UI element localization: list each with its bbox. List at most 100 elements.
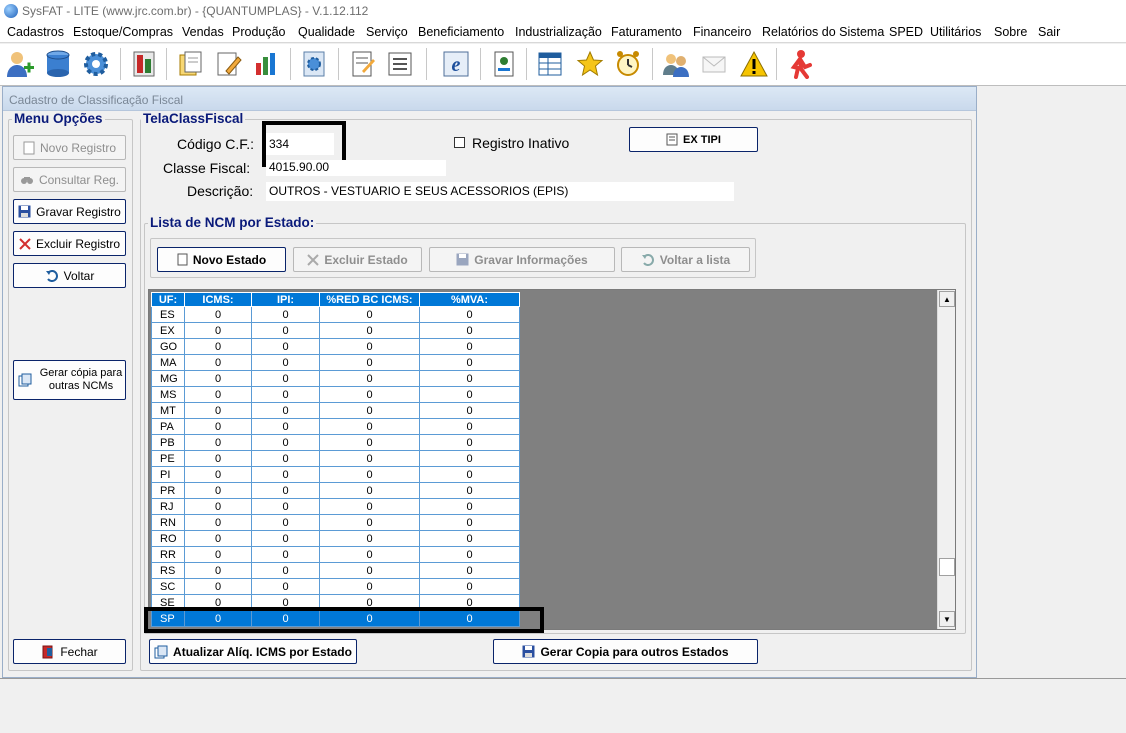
cell-uf[interactable]: PB <box>151 434 185 451</box>
menu-qualidade[interactable]: Qualidade <box>298 25 355 39</box>
cell-uf[interactable]: MS <box>151 386 185 403</box>
cell-value[interactable]: 0 <box>251 434 320 451</box>
mail-icon[interactable] <box>698 48 730 80</box>
cell-value[interactable]: 0 <box>319 530 420 547</box>
ex-tipi-button[interactable]: EX TIPI <box>629 127 758 152</box>
menu-vendas[interactable]: Vendas <box>182 25 224 39</box>
cell-value[interactable]: 0 <box>319 578 420 595</box>
cell-value[interactable]: 0 <box>251 562 320 579</box>
cell-value[interactable]: 0 <box>184 498 252 515</box>
cell-value[interactable]: 0 <box>319 402 420 419</box>
voltar-lista-button[interactable]: Voltar a lista <box>621 247 750 272</box>
cell-value[interactable]: 0 <box>184 306 252 323</box>
menu-utilitarios[interactable]: Utilitários <box>930 25 981 39</box>
cell-value[interactable]: 0 <box>419 498 520 515</box>
menu-relatorios[interactable]: Relatórios do Sistema <box>762 25 884 39</box>
table-row[interactable]: MS 0 0 0 0 <box>151 386 520 403</box>
cell-value[interactable]: 0 <box>419 338 520 355</box>
col-header-mva[interactable]: %MVA: <box>419 292 520 307</box>
menu-sobre[interactable]: Sobre <box>994 25 1027 39</box>
cell-value[interactable]: 0 <box>419 370 520 387</box>
table-row[interactable]: EX 0 0 0 0 <box>151 322 520 339</box>
cell-value[interactable]: 0 <box>419 434 520 451</box>
excluir-estado-button[interactable]: Excluir Estado <box>293 247 422 272</box>
atualizar-aliq-icms-button[interactable]: Atualizar Alíq. ICMS por Estado <box>149 639 357 664</box>
cell-value[interactable]: 0 <box>319 562 420 579</box>
chart-icon[interactable] <box>250 48 282 80</box>
cell-value[interactable]: 0 <box>251 546 320 563</box>
table-row[interactable]: PB 0 0 0 0 <box>151 434 520 451</box>
menu-cadastros[interactable]: Cadastros <box>7 25 64 39</box>
chat-users-icon[interactable] <box>660 48 692 80</box>
cell-value[interactable]: 0 <box>184 338 252 355</box>
table-row[interactable]: RR 0 0 0 0 <box>151 546 520 563</box>
table-row[interactable]: PA 0 0 0 0 <box>151 418 520 435</box>
cell-value[interactable]: 0 <box>319 498 420 515</box>
grid-vertical-scrollbar[interactable]: ▲ ▼ <box>937 290 955 629</box>
gerar-copia-ncm-button[interactable]: Gerar cópia para outras NCMs <box>13 360 126 400</box>
cell-value[interactable]: 0 <box>419 546 520 563</box>
cell-value[interactable]: 0 <box>319 450 420 467</box>
scroll-up-arrow-icon[interactable]: ▲ <box>939 291 955 307</box>
cell-value[interactable]: 0 <box>251 418 320 435</box>
table-row[interactable]: GO 0 0 0 0 <box>151 338 520 355</box>
table-row[interactable]: RN 0 0 0 0 <box>151 514 520 531</box>
cell-uf[interactable]: ES <box>151 306 185 323</box>
cell-uf[interactable]: MA <box>151 354 185 371</box>
cell-value[interactable]: 0 <box>251 338 320 355</box>
cell-value[interactable]: 0 <box>419 354 520 371</box>
novo-estado-button[interactable]: Novo Estado <box>157 247 286 272</box>
table-row[interactable]: RO 0 0 0 0 <box>151 530 520 547</box>
cell-uf[interactable]: RN <box>151 514 185 531</box>
edit-doc-icon[interactable] <box>212 48 244 80</box>
calculator-icon[interactable] <box>128 48 160 80</box>
consultar-registro-button[interactable]: Consultar Reg. <box>13 167 126 192</box>
cell-value[interactable]: 0 <box>419 578 520 595</box>
warning-icon[interactable] <box>738 48 770 80</box>
cell-uf[interactable]: PE <box>151 450 185 467</box>
cell-value[interactable]: 0 <box>251 466 320 483</box>
cell-value[interactable]: 0 <box>184 514 252 531</box>
cell-value[interactable]: 0 <box>184 450 252 467</box>
col-header-red-bc-icms[interactable]: %RED BC ICMS: <box>319 292 420 307</box>
menu-industrializacao[interactable]: Industrialização <box>515 25 602 39</box>
cell-value[interactable]: 0 <box>319 306 420 323</box>
cell-value[interactable]: 0 <box>184 546 252 563</box>
cell-value[interactable]: 0 <box>251 514 320 531</box>
gravar-registro-button[interactable]: Gravar Registro <box>13 199 126 224</box>
menu-faturamento[interactable]: Faturamento <box>611 25 682 39</box>
cell-value[interactable]: 0 <box>319 482 420 499</box>
cell-value[interactable]: 0 <box>184 354 252 371</box>
cell-value[interactable]: 0 <box>184 418 252 435</box>
cell-value[interactable]: 0 <box>419 402 520 419</box>
cell-value[interactable]: 0 <box>184 386 252 403</box>
menu-sair[interactable]: Sair <box>1038 25 1060 39</box>
menu-estoque-compras[interactable]: Estoque/Compras <box>73 25 173 39</box>
gerar-copia-estados-button[interactable]: Gerar Copia para outros Estados <box>493 639 758 664</box>
users-add-icon[interactable] <box>4 48 36 80</box>
cell-value[interactable]: 0 <box>251 306 320 323</box>
fechar-button[interactable]: Fechar <box>13 639 126 664</box>
classe-fiscal-input[interactable]: 4015.90.00 <box>266 160 446 176</box>
table-row[interactable]: PI 0 0 0 0 <box>151 466 520 483</box>
cell-value[interactable]: 0 <box>184 562 252 579</box>
cell-uf[interactable]: MT <box>151 402 185 419</box>
cell-value[interactable]: 0 <box>184 530 252 547</box>
table-row[interactable]: ES 0 0 0 0 <box>151 306 520 323</box>
scroll-down-arrow-icon[interactable]: ▼ <box>939 611 955 627</box>
cell-value[interactable]: 0 <box>251 578 320 595</box>
col-header-uf[interactable]: UF: <box>151 292 185 307</box>
cell-value[interactable]: 0 <box>184 370 252 387</box>
nfe-icon[interactable]: e <box>440 48 472 80</box>
voltar-button[interactable]: Voltar <box>13 263 126 288</box>
menu-producao[interactable]: Produção <box>232 25 286 39</box>
cell-value[interactable]: 0 <box>419 450 520 467</box>
cell-uf[interactable]: GO <box>151 338 185 355</box>
cell-value[interactable]: 0 <box>184 466 252 483</box>
cell-value[interactable]: 0 <box>251 354 320 371</box>
cell-uf[interactable]: EX <box>151 322 185 339</box>
ncm-estado-grid[interactable]: UF: ICMS: IPI: %RED BC ICMS: %MVA: ES 0 0 0… <box>148 289 956 630</box>
cell-value[interactable]: 0 <box>419 530 520 547</box>
cell-value[interactable]: 0 <box>251 322 320 339</box>
cell-value[interactable]: 0 <box>319 322 420 339</box>
